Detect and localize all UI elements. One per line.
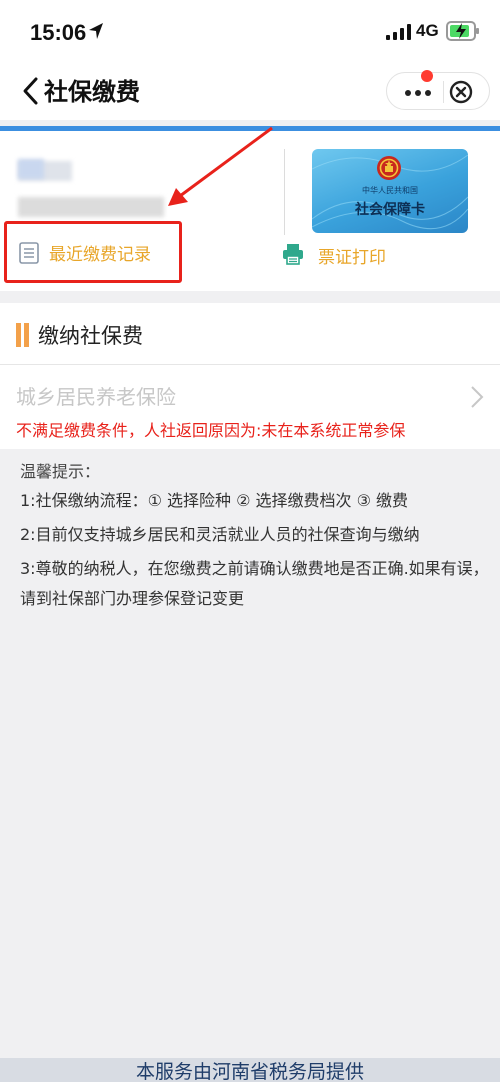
vertical-divider xyxy=(284,149,285,235)
card-title: 社会保障卡 xyxy=(355,202,425,218)
back-chevron-icon[interactable] xyxy=(20,76,40,106)
section-heading: 缴纳社保费 xyxy=(38,324,143,348)
location-arrow-icon xyxy=(89,23,103,39)
blurred-name-accent xyxy=(18,159,44,179)
insurance-item-title: 城乡居民养老保险 xyxy=(16,385,176,409)
recent-payment-records-label: 最近缴费记录 xyxy=(49,245,151,265)
footer-provider-notice: 本服务由河南省税务局提供 xyxy=(0,1058,500,1082)
recent-payment-records-button[interactable]: 最近缴费记录 xyxy=(4,221,182,283)
notification-dot xyxy=(421,70,433,82)
tips-title: 温馨提示： xyxy=(20,462,101,481)
nav-bar: 社保缴费 xyxy=(0,64,500,120)
card-subtitle: 中华人民共和国 xyxy=(362,186,418,195)
status-bar: 15:06 4G xyxy=(0,0,500,64)
battery-charging-icon xyxy=(446,21,479,41)
mini-program-capsule xyxy=(386,70,490,110)
insurance-item-rural-pension[interactable]: 城乡居民养老保险 不满足缴费条件，人社返回原因为:未在本系统正常参保 xyxy=(0,365,500,449)
close-circle-icon[interactable] xyxy=(449,80,473,104)
national-emblem-icon xyxy=(377,156,401,180)
chevron-right-icon xyxy=(471,386,484,408)
more-options-icon[interactable] xyxy=(403,85,433,99)
network-type: 4G xyxy=(416,21,439,40)
social-security-card-image: 中华人民共和国 社会保障卡 xyxy=(312,149,468,233)
card-section: 中华人民共和国 社会保障卡 最近缴费记录 票证打印 xyxy=(0,131,500,291)
section-marker xyxy=(16,323,29,347)
status-time: 15:06 xyxy=(30,20,87,45)
tip-item-1: 1:社保缴纳流程：① 选择险种 ② 选择缴费档次 ③ 缴费 xyxy=(20,491,409,510)
signal-icon xyxy=(386,24,411,40)
receipt-print-label[interactable]: 票证打印 xyxy=(318,243,386,268)
pay-social-security-section: 缴纳社保费 城乡居民养老保险 不满足缴费条件，人社返回原因为:未在本系统正常参保 xyxy=(0,303,500,449)
blurred-id-number xyxy=(18,197,164,217)
tip-item-3: 3:尊敬的纳税人，在您缴费之前请确认缴费地是否正确.如果有误，请到社保部门办理参… xyxy=(20,559,489,608)
document-list-icon xyxy=(19,242,39,264)
page-title: 社保缴费 xyxy=(44,78,140,106)
ineligibility-error-message: 不满足缴费条件，人社返回原因为:未在本系统正常参保 xyxy=(16,421,406,440)
printer-icon[interactable] xyxy=(282,243,304,265)
capsule-divider xyxy=(443,81,444,103)
tip-item-2: 2:目前仅支持城乡居民和灵活就业人员的社保查询与缴纳 xyxy=(20,525,420,544)
